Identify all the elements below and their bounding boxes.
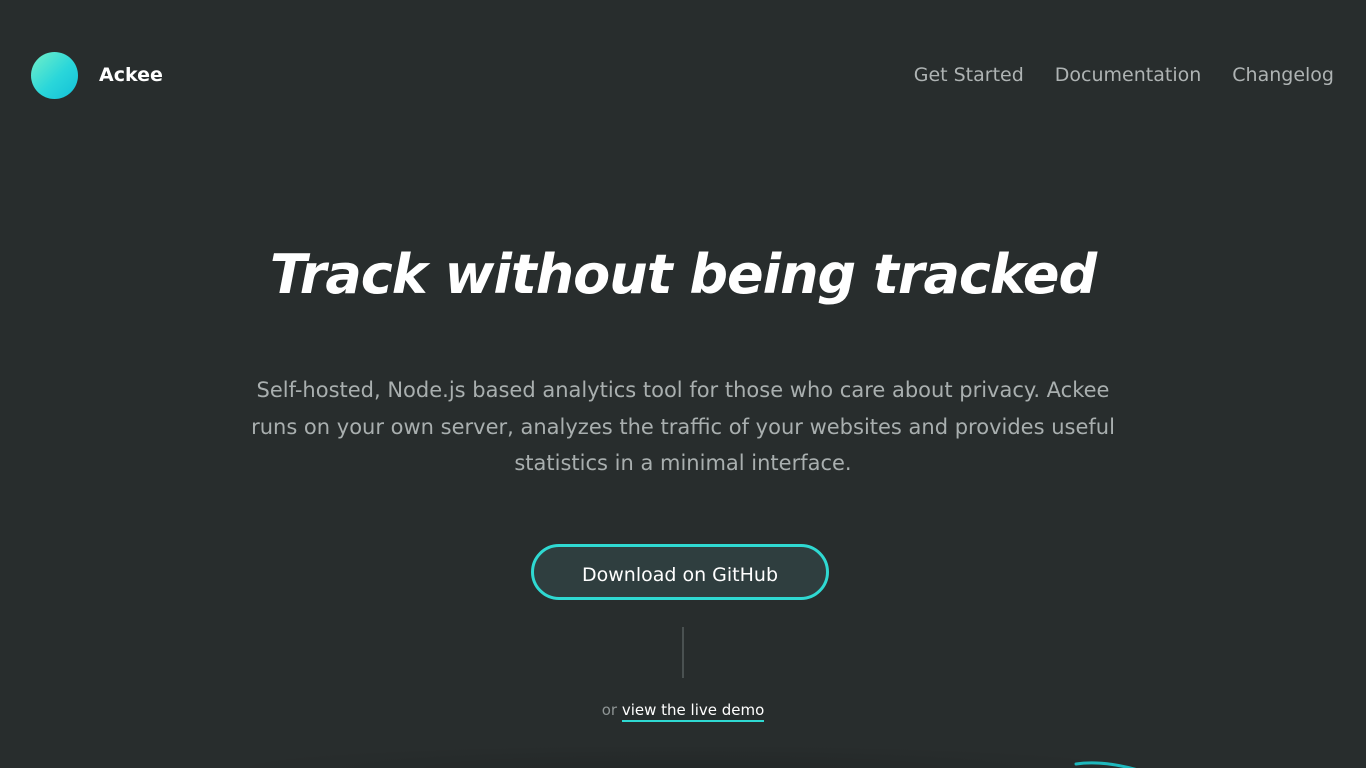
demo-prefix: or [601, 701, 618, 719]
site-header: Ackee Get Started Documentation Changelo… [0, 0, 1366, 150]
preview-shadow [200, 744, 1166, 768]
logo-circle-icon[interactable] [31, 52, 78, 99]
main-nav: Get Started Documentation Changelog [914, 62, 1334, 88]
hero-description: Self-hosted, Node.js based analytics too… [223, 372, 1143, 482]
live-demo-link[interactable]: view the live demo [621, 701, 765, 722]
preview-swoosh-shape [1074, 761, 1137, 768]
hero-description-line: Self-hosted, Node.js based analytics too… [256, 378, 1110, 402]
brand-name[interactable]: Ackee [99, 63, 163, 87]
hero-title: Track without being tracked [269, 243, 1097, 306]
live-demo-line: or view the live demo [0, 700, 1366, 722]
nav-changelog[interactable]: Changelog [1232, 62, 1334, 88]
nav-documentation[interactable]: Documentation [1055, 62, 1201, 88]
hero-description-line: statistics in a minimal interface. [514, 451, 852, 475]
vertical-divider [682, 627, 684, 678]
download-github-button[interactable]: Download on GitHub [531, 544, 829, 600]
hero-description-line: runs on your own server, analyzes the tr… [251, 414, 1115, 439]
landing-page: Ackee Get Started Documentation Changelo… [0, 0, 1366, 768]
nav-get-started[interactable]: Get Started [914, 62, 1024, 88]
